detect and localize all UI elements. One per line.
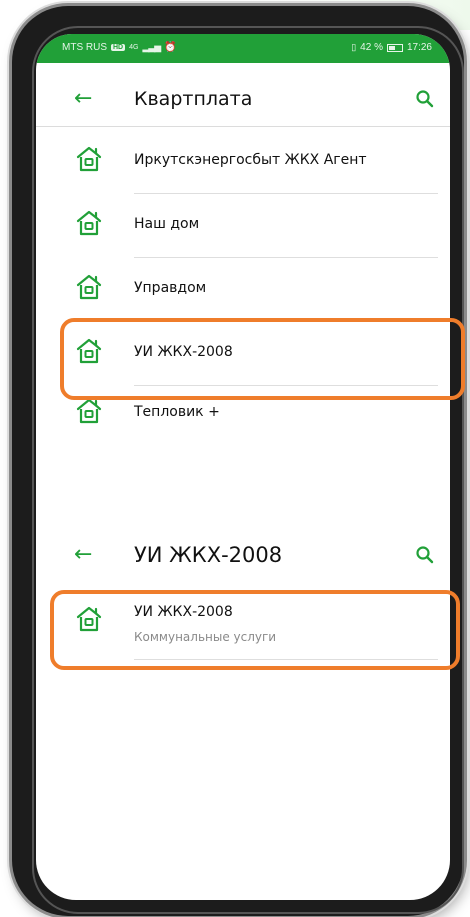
list-item-teplovik[interactable]: Тепловик + <box>36 386 450 450</box>
toolbar-kvartplata: ← Квартплата <box>36 77 450 121</box>
list-item-nash-dom[interactable]: Наш дом <box>36 194 450 258</box>
house-icon <box>76 274 102 300</box>
house-icon <box>76 606 102 632</box>
toolbar-ui-zhkh: ← УИ ЖКХ-2008 <box>36 533 450 577</box>
search-icon[interactable] <box>414 88 436 110</box>
list-item-label: УИ ЖКХ-2008 <box>134 344 233 360</box>
list-item-label: Управдом <box>134 280 207 296</box>
list-item-label: Наш дом <box>134 216 200 232</box>
toolbar-divider <box>36 126 450 127</box>
battery-icon <box>386 43 403 52</box>
status-bar: MTS RUS HD 4G ▂▃▅ ⏰ ▯ 42 % 17:26 <box>36 34 450 63</box>
vibrate-icon: ▯ <box>351 42 357 52</box>
list-item-upravdom[interactable]: Управдом <box>36 258 450 322</box>
list-item-irkutskenergosbyt[interactable]: Иркутскэнергосбыт ЖКХ Агент <box>36 130 450 194</box>
page-title: Квартплата <box>134 88 253 110</box>
clock-time: 17:26 <box>406 42 432 53</box>
signal-icon: ▂▃▅ <box>142 42 161 52</box>
phone-screen: MTS RUS HD 4G ▂▃▅ ⏰ ▯ 42 % 17:26 ← Кварт… <box>36 34 450 900</box>
list-item-sublabel: Коммунальные услуги <box>134 630 277 644</box>
battery-percent: 42 % <box>360 42 383 53</box>
back-arrow-icon[interactable]: ← <box>74 88 92 110</box>
search-icon[interactable] <box>414 544 436 566</box>
list-divider <box>134 659 438 660</box>
list-item-ui-zhkh-2008-service[interactable]: УИ ЖКХ-2008 Коммунальные услуги <box>36 592 450 660</box>
list-item-label: УИ ЖКХ-2008 <box>134 604 233 620</box>
hd-badge: HD <box>111 44 126 51</box>
alarm-icon: ⏰ <box>164 42 177 53</box>
page-title: УИ ЖКХ-2008 <box>134 543 283 567</box>
house-icon <box>76 146 102 172</box>
list-item-ui-zhkh-2008[interactable]: УИ ЖКХ-2008 <box>36 322 450 386</box>
house-icon <box>76 338 102 364</box>
carrier-name: MTS RUS <box>62 42 107 53</box>
network-type: 4G <box>129 44 139 51</box>
list-item-label: Иркутскэнергосбыт ЖКХ Агент <box>134 152 367 168</box>
house-icon <box>76 398 102 424</box>
back-arrow-icon[interactable]: ← <box>74 544 92 566</box>
list-item-label: Тепловик + <box>134 404 220 420</box>
house-icon <box>76 210 102 236</box>
